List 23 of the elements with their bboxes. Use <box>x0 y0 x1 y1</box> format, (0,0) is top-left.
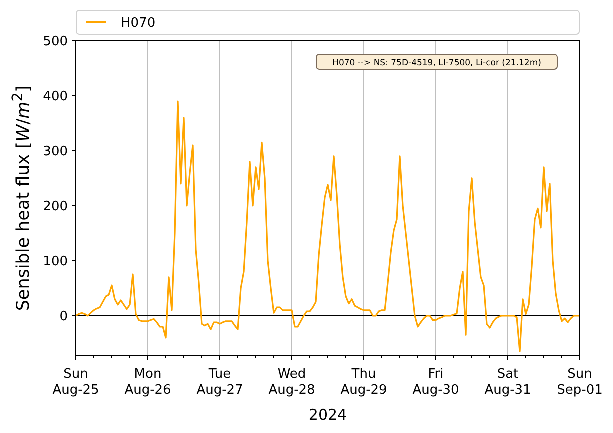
x-tick-label: Fri Aug-30 <box>412 367 460 398</box>
y-tick-label: 100 <box>43 254 68 270</box>
tick-mark <box>72 205 76 206</box>
x-tick-label: Tue Aug-27 <box>196 367 244 398</box>
x-tick-label: Sun Sep-01 <box>557 367 603 398</box>
tick-mark <box>72 260 76 262</box>
x-tick-label: Wed Aug-28 <box>268 367 316 398</box>
legend-line-icon <box>86 21 106 23</box>
y-tick-label: 300 <box>43 144 68 160</box>
x-tick-label: Thu Aug-29 <box>340 367 388 398</box>
x-tick-label: Sun Aug-25 <box>52 367 100 398</box>
annotation-label: H070 --> NS: 75D-4519, LI-7500, Li-cor (21.12m) <box>316 54 558 70</box>
tick-mark <box>72 95 76 96</box>
x-axis-label: 2024 <box>308 406 348 424</box>
y-tick-label: 400 <box>43 89 68 104</box>
legend-label: H070 <box>121 16 156 31</box>
x-tick-label: Mon Aug-26 <box>124 367 172 398</box>
tick-mark <box>72 150 76 152</box>
x-tick-label: Sat Aug-31 <box>484 367 532 398</box>
tick-mark <box>72 40 76 42</box>
y-tick-label: 200 <box>43 199 68 214</box>
y-tick-label: 0 <box>60 309 68 324</box>
y-tick-label: 500 <box>43 34 68 50</box>
